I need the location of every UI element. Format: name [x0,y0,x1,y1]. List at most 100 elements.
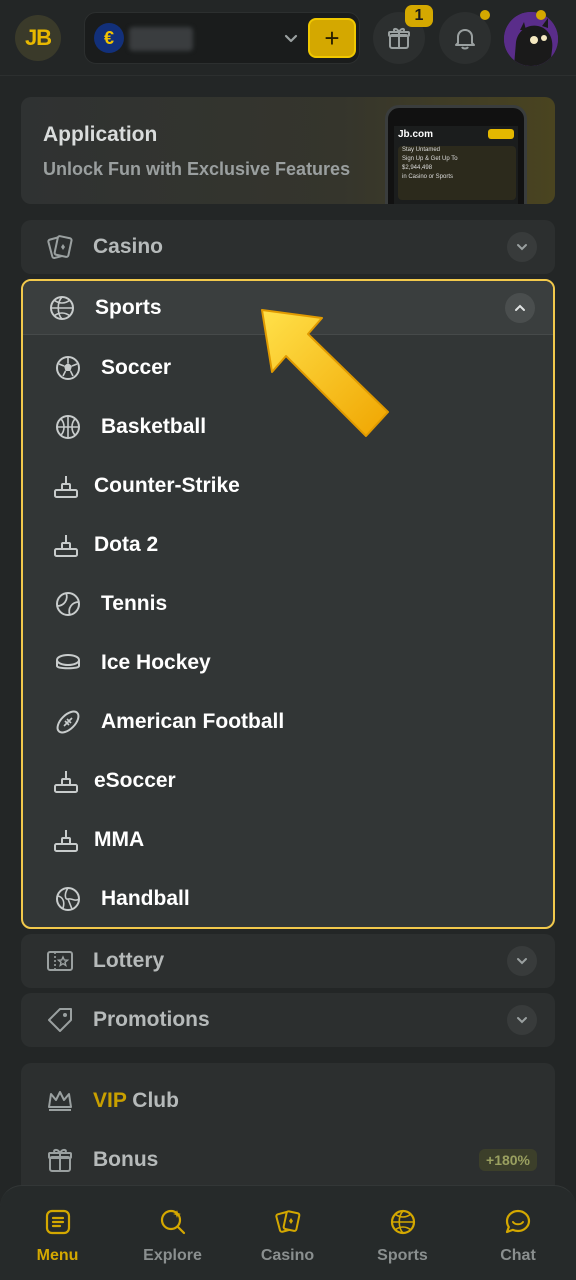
sports-item-label: Soccer [101,356,172,379]
top-header: JB € + 1 [0,0,576,76]
bonus-label: Bonus [93,1148,159,1171]
menu-item-promotions[interactable]: Promotions [21,993,555,1047]
nav-label: Sports [377,1247,428,1264]
basketball-icon [50,296,74,320]
sports-item-american-football[interactable]: American Football [23,692,553,751]
monster-avatar-icon [504,12,558,66]
nav-casino[interactable]: Casino [230,1186,345,1280]
chevron-up-icon [515,304,525,311]
menu-item-casino[interactable]: Casino [21,220,555,274]
promo-line: Sign Up & Get Up To [402,156,458,162]
site-logo[interactable]: JB [15,15,61,61]
phone-mockup: Jb.com Stay Untamed Sign Up & Get Up To … [385,105,527,204]
vip-text: VIP [93,1089,127,1112]
nav-label: Menu [36,1247,79,1264]
euro-currency-icon: € [94,23,124,53]
sports-item-label: Handball [101,887,190,910]
bonus-percent-badge: +180% [479,1149,537,1171]
promo-line: in Casino or Sports [402,174,454,180]
deposit-button[interactable]: + [308,18,356,58]
hockey-puck-icon [56,654,80,670]
menu-item-label: Sports [95,296,162,319]
sports-item-label: Basketball [101,415,207,438]
club-text: Club [126,1089,179,1112]
handball-icon [56,887,80,911]
nav-label: Chat [500,1247,536,1264]
gift-count-badge: 1 [405,5,433,27]
price-tag-icon [48,1008,72,1032]
nav-label: Explore [143,1247,202,1264]
nav-label: Casino [260,1247,315,1264]
chevron-down-icon [517,244,527,251]
phone-signup-button [488,129,514,139]
joystick-icon [54,771,78,793]
crown-icon [48,1091,72,1111]
joystick-icon [54,476,78,498]
tennis-ball-icon [56,592,80,616]
avatar-status-dot [536,10,546,20]
user-avatar[interactable] [504,12,558,66]
basketball-icon [390,1209,416,1235]
sports-item-label: MMA [94,828,145,851]
sports-item-label: Dota 2 [94,533,159,556]
sports-item-basketball[interactable]: Basketball [23,397,553,456]
american-football-icon [56,710,80,734]
nav-chat[interactable]: Chat [460,1186,576,1280]
expand-button[interactable] [507,946,537,976]
casino-cards-icon [275,1210,301,1233]
chevron-down-icon[interactable] [281,28,301,48]
joystick-icon [54,830,78,852]
menu-item-label: Lottery [93,949,165,972]
notification-dot [480,10,490,20]
sports-item-esoccer[interactable]: eSoccer [23,751,553,810]
sports-item-mma[interactable]: MMA [23,810,553,869]
expand-button[interactable] [507,1005,537,1035]
menu-item-sports[interactable]: Sports [23,281,553,335]
expand-button[interactable] [507,232,537,262]
sports-item-handball[interactable]: Handball [23,869,553,927]
vip-club-label: VIP Club [93,1089,179,1113]
chat-icon [505,1209,531,1234]
sports-item-ice-hockey[interactable]: Ice Hockey [23,633,553,692]
promo-line: Stay Untamed [402,147,441,153]
chevron-down-icon [517,1017,527,1024]
explore-icon [160,1209,186,1235]
sports-item-soccer[interactable]: Soccer [23,338,553,397]
promo-line: $2,944,498 [402,165,433,171]
sports-item-label: Ice Hockey [101,651,211,674]
sports-item-label: Counter-Strike [94,474,240,497]
hidden-balance [129,27,193,51]
nav-menu[interactable]: Menu [0,1186,115,1280]
nav-explore[interactable]: Explore [115,1186,230,1280]
bottom-navigation: Menu Explore Casino Sports Chat [0,1185,576,1280]
lottery-ticket-icon [47,951,73,971]
menu-icon [45,1209,71,1235]
phone-logo: Jb.com [398,129,434,140]
collapse-button[interactable] [505,293,535,323]
bell-icon [455,29,475,50]
sports-item-counter-strike[interactable]: Counter-Strike [23,456,553,515]
banner-title: Application [43,123,158,146]
phone-promo: Stay Untamed Sign Up & Get Up To $2,944,… [398,146,516,200]
menu-item-label: Promotions [93,1008,210,1031]
chevron-down-icon [517,958,527,965]
soccer-ball-icon [56,356,80,380]
banner-subtitle: Unlock Fun with Exclusive Features [43,159,351,179]
sports-item-dota-2[interactable]: Dota 2 [23,515,553,574]
gift-icon [48,1149,72,1172]
sports-item-label: Tennis [101,592,168,615]
menu-item-sports-expanded: Sports Soccer Basketball Counter-Strike [21,279,555,929]
wallet-selector[interactable]: € + [84,12,360,64]
joystick-icon [54,535,78,557]
vip-bonus-card: VIP Club Bonus +180% [21,1063,555,1203]
sports-item-label: eSoccer [94,769,176,792]
nav-sports[interactable]: Sports [345,1186,460,1280]
sports-item-tennis[interactable]: Tennis [23,574,553,633]
menu-item-label: Casino [93,235,164,258]
basketball-icon [56,415,80,439]
menu-item-lottery[interactable]: Lottery [21,934,555,988]
app-download-banner[interactable]: Application Unlock Fun with Exclusive Fe… [21,97,555,204]
casino-cards-icon [47,235,73,260]
sports-item-label: American Football [101,710,285,733]
gift-icon [388,28,410,49]
